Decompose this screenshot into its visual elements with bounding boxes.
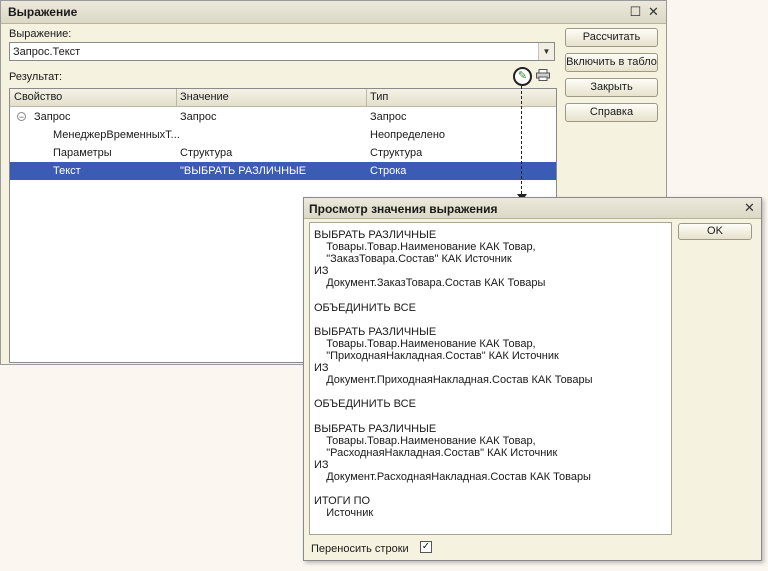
text-line xyxy=(314,410,671,422)
text-line: ИТОГИ ПО xyxy=(314,495,371,508)
text-line: Источник xyxy=(314,507,374,520)
text-line: ВЫБРАТЬ РАЗЛИЧНЫЕ xyxy=(314,229,437,241)
text-line: ИЗ xyxy=(314,458,329,471)
text-line: "РасходнаяНакладная.Состав" КАК Источник xyxy=(314,446,558,459)
column-header-value[interactable]: Значение xyxy=(180,91,229,103)
close-icon[interactable]: ✕ xyxy=(742,200,757,215)
cell-type: Структура xyxy=(370,147,423,159)
maximize-icon[interactable]: ☐ xyxy=(628,4,643,19)
text-line: Документ.ЗаказТовара.Состав КАК Товары xyxy=(314,277,546,290)
value-view-window: Просмотр значения выражения ✕ ВЫБРАТЬ РА… xyxy=(303,197,762,561)
cell-value: Запрос xyxy=(180,111,217,123)
text-line xyxy=(314,386,671,398)
expression-label: Выражение: xyxy=(9,28,72,40)
text-line: ОБЪЕДИНИТЬ ВСЕ xyxy=(314,301,416,314)
cell-type: Неопределено xyxy=(370,129,446,141)
close-button[interactable]: Закрыть xyxy=(565,78,658,97)
printer-icon[interactable] xyxy=(536,69,550,81)
expression-window-titlebar: Выражение ☐ ✕ xyxy=(1,1,666,24)
text-line: "ЗаказТовара.Состав" КАК Источник xyxy=(314,253,512,266)
pencil-icon[interactable]: ✎ xyxy=(513,67,532,86)
text-line: Товары.Товар.Наименование КАК Товар, xyxy=(314,434,536,447)
chevron-down-icon[interactable]: ▼ xyxy=(538,43,554,60)
window-title: Выражение xyxy=(8,5,78,19)
cell-value: Структура xyxy=(180,147,233,159)
cell-value: "ВЫБРАТЬ РАЗЛИЧНЫЕ xyxy=(180,165,307,177)
text-line: ИЗ xyxy=(314,362,329,375)
cell-property: Параметры xyxy=(53,147,112,159)
text-line: Документ.РасходнаяНакладная.Состав КАК Т… xyxy=(314,470,591,483)
result-label: Результат: xyxy=(9,71,63,83)
text-line: ВЫБРАТЬ РАЗЛИЧНЫЕ xyxy=(314,325,437,338)
cell-type: Запрос xyxy=(370,111,407,123)
text-line: Документ.ПриходнаяНакладная.Состав КАК Т… xyxy=(314,374,593,387)
wrap-lines-checkbox[interactable]: ✓ xyxy=(420,541,432,553)
column-header-property[interactable]: Свойство xyxy=(14,91,62,103)
close-icon[interactable]: ✕ xyxy=(646,4,661,19)
expression-combobox[interactable]: Запрос.Текст ▼ xyxy=(9,42,555,61)
text-line: ОБЪЕДИНИТЬ ВСЕ xyxy=(314,398,416,411)
grid-header: Свойство Значение Тип xyxy=(10,89,556,107)
cell-property: Текст xyxy=(53,165,81,177)
table-row[interactable]: − Запрос Запрос Запрос xyxy=(10,108,556,126)
text-line: Товары.Товар.Наименование КАК Товар, xyxy=(314,241,536,254)
text-line: Товары.Товар.Наименование КАК Товар, xyxy=(314,337,536,350)
cell-property: МенеджерВременныхТ... xyxy=(53,129,180,141)
text-line xyxy=(314,289,671,301)
ok-button[interactable]: OK xyxy=(678,223,752,240)
cell-property: Запрос xyxy=(34,111,71,123)
table-row[interactable]: МенеджерВременныхТ... Неопределено xyxy=(10,126,556,144)
text-line: ВЫБРАТЬ РАЗЛИЧНЫЕ xyxy=(314,422,437,435)
window-title: Просмотр значения выражения xyxy=(309,202,498,216)
help-button[interactable]: Справка xyxy=(565,103,658,122)
connector-line xyxy=(521,86,522,194)
collapse-icon[interactable]: − xyxy=(17,112,26,122)
expression-value: Запрос.Текст xyxy=(13,46,81,58)
calculate-button[interactable]: Рассчитать xyxy=(565,28,658,47)
query-text-area[interactable]: ВЫБРАТЬ РАЗЛИЧНЫЕ Товары.Товар.Наименова… xyxy=(309,222,672,535)
text-line: "ПриходнаяНакладная.Состав" КАК Источник xyxy=(314,349,559,362)
wrap-lines-label: Переносить строки xyxy=(311,543,409,555)
table-row-selected[interactable]: Текст "ВЫБРАТЬ РАЗЛИЧНЫЕ Строка xyxy=(10,162,556,180)
include-in-table-button[interactable]: Включить в табло xyxy=(565,53,658,72)
value-view-titlebar: Просмотр значения выражения ✕ xyxy=(304,198,761,219)
table-row[interactable]: Параметры Структура Структура xyxy=(10,144,556,162)
text-line xyxy=(314,314,671,326)
column-header-type[interactable]: Тип xyxy=(370,91,388,103)
text-line: ИЗ xyxy=(314,265,329,278)
text-line xyxy=(314,483,671,495)
cell-type: Строка xyxy=(370,165,407,177)
